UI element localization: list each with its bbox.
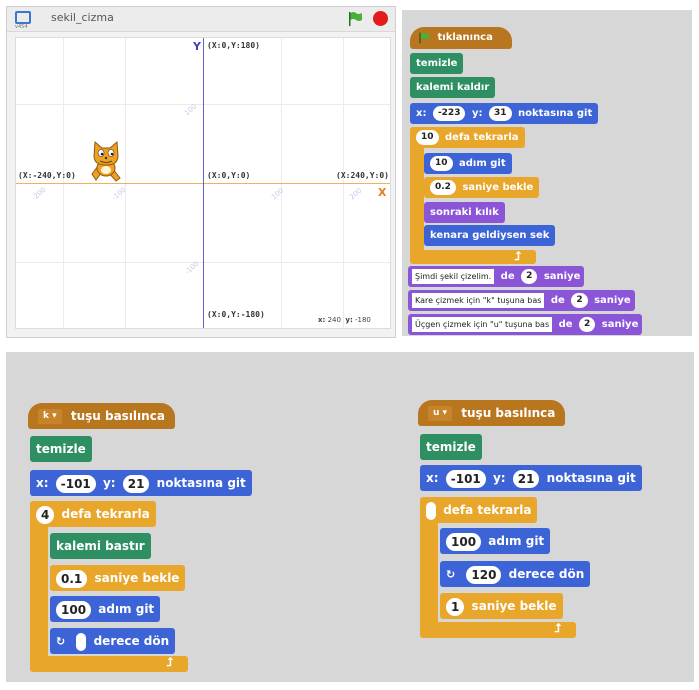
version-label: v454	[15, 24, 28, 30]
wait-block[interactable]: 0.1 saniye bekle	[50, 565, 186, 591]
loop-arrow-icon: ⮥	[166, 655, 174, 669]
fullscreen-icon[interactable]	[15, 11, 31, 24]
say-text-input[interactable]: Üçgen çizmek için "u" tuşuna bas	[412, 316, 553, 332]
repeat-block[interactable]: 10 defa tekrarla	[410, 127, 525, 148]
when-key-pressed-block[interactable]: u ▾ tuşu basılınca	[418, 400, 566, 426]
loop-arrow-icon: ⮥	[514, 249, 522, 263]
cat-sprite[interactable]	[86, 138, 126, 183]
stage-canvas[interactable]: Y X (X:0,Y:180) (X:0,Y:-180) (X:-240,Y:0…	[15, 37, 391, 329]
coord-right: (X:240,Y:0)	[336, 171, 389, 180]
x-axis-label: X	[378, 186, 387, 199]
repeat-block-arm	[410, 146, 424, 258]
go-to-xy-block[interactable]: x: -101 y: 21 noktasına git	[30, 470, 252, 496]
y-input[interactable]: 21	[512, 469, 540, 488]
steps-input[interactable]: 100	[446, 532, 482, 551]
move-steps-block[interactable]: 100 adım git	[440, 528, 551, 554]
stop-icon[interactable]	[373, 11, 388, 26]
say-seconds-input[interactable]: 2	[521, 268, 538, 284]
bounce-on-edge-block[interactable]: kenara geldiysen sek	[424, 225, 556, 246]
repeat-block[interactable]: 4 defa tekrarla	[30, 501, 156, 527]
coord-center: (X:0,Y:0)	[207, 171, 251, 180]
rotate-clockwise-icon: ↻	[446, 568, 456, 581]
repeat-count-input[interactable]: 4	[36, 505, 55, 524]
say-for-secs-block[interactable]: Kare çizmek için "k" tuşuna bas de 2 san…	[408, 290, 635, 311]
go-to-xy-block[interactable]: x: -101 y: 21 noktasına git	[420, 465, 642, 491]
say-text-input[interactable]: Kare çizmek için "k" tuşuna bas	[412, 292, 545, 308]
coord-top: (X:0,Y:180)	[207, 41, 260, 50]
key-dropdown[interactable]: k ▾	[38, 409, 62, 424]
x-input[interactable]: -101	[445, 469, 486, 488]
repeat-count-input[interactable]	[426, 501, 436, 520]
axis-mark: -200	[30, 185, 48, 203]
turn-degrees-block[interactable]: ↻ 120 derece dön	[440, 561, 591, 587]
pen-down-block[interactable]: kalemi bastır	[50, 533, 151, 559]
when-key-pressed-block[interactable]: k ▾ tuşu basılınca	[28, 403, 175, 429]
next-costume-block[interactable]: sonraki kılık	[424, 202, 505, 223]
degrees-input[interactable]: 120	[466, 565, 502, 584]
pen-up-block[interactable]: kalemi kaldır	[410, 77, 496, 98]
clear-block[interactable]: temizle	[410, 53, 464, 74]
repeat-block-arm	[30, 524, 48, 664]
stage-header: v454 sekil_cizma	[7, 7, 395, 32]
say-seconds-input[interactable]: 2	[571, 292, 588, 308]
say-text-input[interactable]: Şimdi şekil çizelim.	[412, 268, 495, 284]
y-input[interactable]: 21	[122, 474, 150, 493]
when-flag-clicked-block[interactable]: tıklanınca	[410, 27, 512, 49]
move-steps-block[interactable]: 100 adım git	[50, 596, 161, 622]
coord-bottom: (X:0,Y:-180)	[207, 310, 265, 319]
key-dropdown[interactable]: u ▾	[428, 406, 453, 421]
green-flag-icon[interactable]	[347, 11, 363, 27]
wait-seconds-input[interactable]: 1	[446, 597, 465, 616]
move-steps-block[interactable]: 10 adım git	[424, 153, 512, 174]
loop-arrow-icon: ⮥	[554, 621, 562, 635]
axis-mark: 200	[347, 186, 364, 202]
go-to-xy-block[interactable]: x: -223 y: 31 noktasına git	[410, 103, 599, 124]
wait-seconds-input[interactable]: 0.2	[430, 179, 456, 195]
steps-input[interactable]: 100	[56, 600, 92, 619]
wait-block[interactable]: 0.2 saniye bekle	[424, 177, 540, 198]
clear-block[interactable]: temizle	[30, 436, 92, 462]
axis-mark: 100	[269, 186, 286, 202]
project-title[interactable]: sekil_cizma	[51, 11, 114, 24]
stage-panel: v454 sekil_cizma Y X (X:0,Y:180) (X:0,Y:…	[6, 6, 396, 338]
clear-block[interactable]: temizle	[420, 434, 482, 460]
say-for-secs-block[interactable]: Üçgen çizmek için "u" tuşuna bas de 2 sa…	[408, 314, 643, 335]
script-area-main: tıklanınca temizle kalemi kaldır x: -223…	[402, 10, 692, 336]
steps-input[interactable]: 10	[430, 155, 453, 171]
repeat-count-input[interactable]: 10	[416, 129, 439, 145]
mouse-coordinates: x: 240 y: -180	[318, 316, 371, 324]
repeat-block-end: ⮥	[30, 655, 188, 672]
y-input[interactable]: 31	[488, 105, 512, 121]
repeat-block-end: ⮥	[420, 621, 576, 638]
degrees-input[interactable]	[76, 632, 87, 651]
turn-degrees-block[interactable]: ↻ derece dön	[50, 628, 176, 654]
repeat-block-end: ⮥	[410, 249, 536, 264]
repeat-block-arm	[420, 520, 438, 628]
wait-block[interactable]: 1 saniye bekle	[440, 593, 563, 619]
y-axis-label: Y	[193, 40, 201, 53]
x-input[interactable]: -101	[55, 474, 96, 493]
wait-seconds-input[interactable]: 0.1	[56, 569, 88, 588]
coord-left: (X:-240,Y:0)	[18, 171, 76, 180]
say-for-secs-block[interactable]: Şimdi şekil çizelim. de 2 saniye	[408, 266, 585, 287]
say-seconds-input[interactable]: 2	[579, 316, 596, 332]
green-flag-icon	[418, 31, 430, 44]
rotate-clockwise-icon: ↻	[56, 635, 66, 648]
y-axis	[203, 38, 204, 328]
x-input[interactable]: -223	[432, 105, 466, 121]
